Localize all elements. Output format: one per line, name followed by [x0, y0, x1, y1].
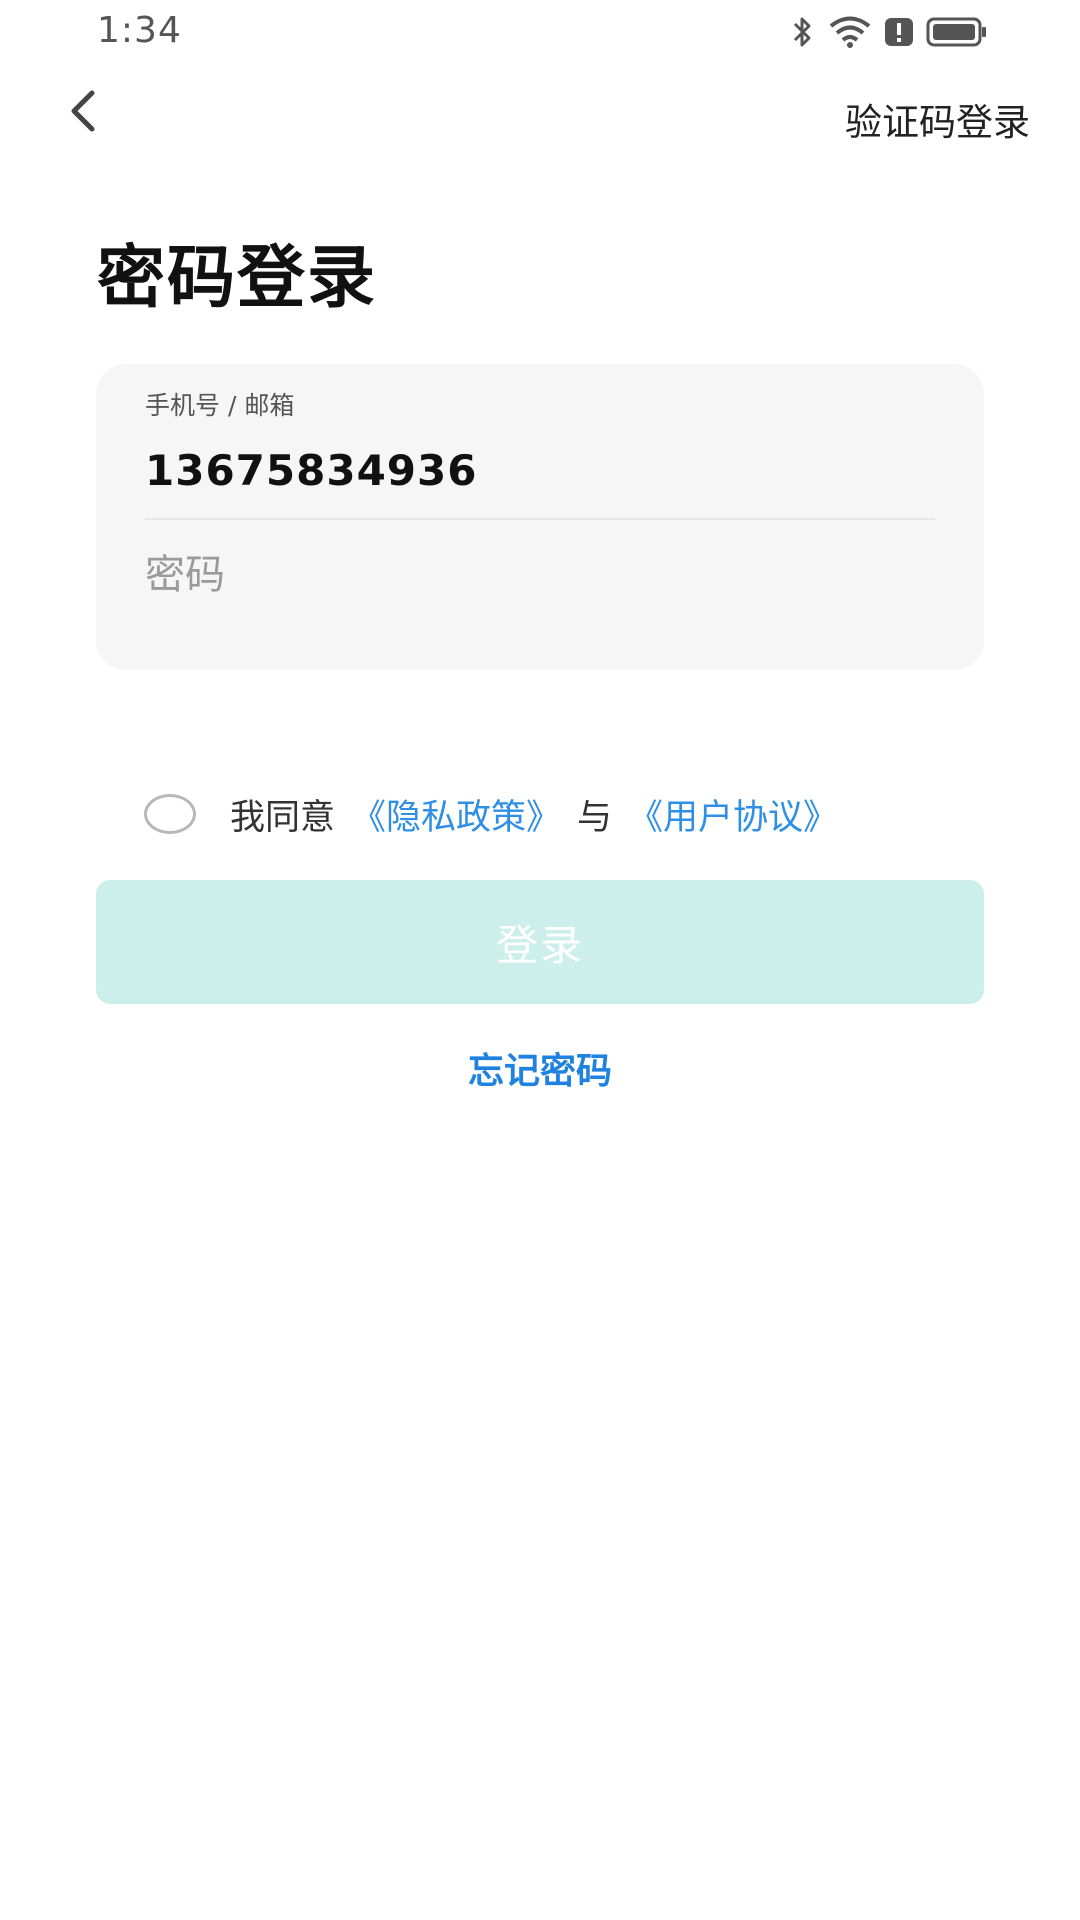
login-button-label: 登录: [495, 920, 584, 970]
account-input[interactable]: 13675834936: [145, 446, 477, 495]
forgot-password-link[interactable]: 忘记密码: [0, 1042, 1080, 1094]
back-button[interactable]: [56, 86, 110, 140]
chevron-left-icon: [66, 87, 100, 139]
agreement-separator: 与: [577, 797, 613, 838]
agreement-row: 我同意 《隐私政策》 与 《用户协议》: [144, 786, 838, 842]
user-agreement-link[interactable]: 《用户协议》: [628, 789, 838, 840]
alert-icon: [884, 17, 914, 47]
privacy-policy-link[interactable]: 《隐私政策》: [351, 789, 561, 840]
account-field-label: 手机号 / 邮箱: [145, 391, 295, 420]
login-button[interactable]: 登录: [96, 880, 984, 1004]
sms-login-switch[interactable]: 验证码登录: [845, 92, 1030, 146]
status-icons: [790, 12, 988, 52]
bluetooth-icon: [790, 15, 816, 49]
login-form: 手机号 / 邮箱 13675834936 密码: [96, 364, 984, 670]
password-input-placeholder[interactable]: 密码: [145, 542, 225, 600]
status-time: 1:34: [97, 10, 182, 51]
agreement-checkbox[interactable]: [144, 794, 196, 834]
agreement-prefix: 我同意: [230, 797, 336, 838]
page-title: 密码登录: [97, 239, 378, 318]
status-bar: 1:34: [0, 0, 1080, 64]
password-field[interactable]: 密码: [145, 542, 935, 622]
login-screen: 1:34 验证码登录 密码登录 手机号 / 邮箱 13675834936 密码 …: [0, 0, 1080, 1920]
account-field[interactable]: 手机号 / 邮箱 13675834936: [145, 386, 935, 520]
battery-icon: [926, 17, 988, 47]
wifi-icon: [828, 15, 872, 49]
